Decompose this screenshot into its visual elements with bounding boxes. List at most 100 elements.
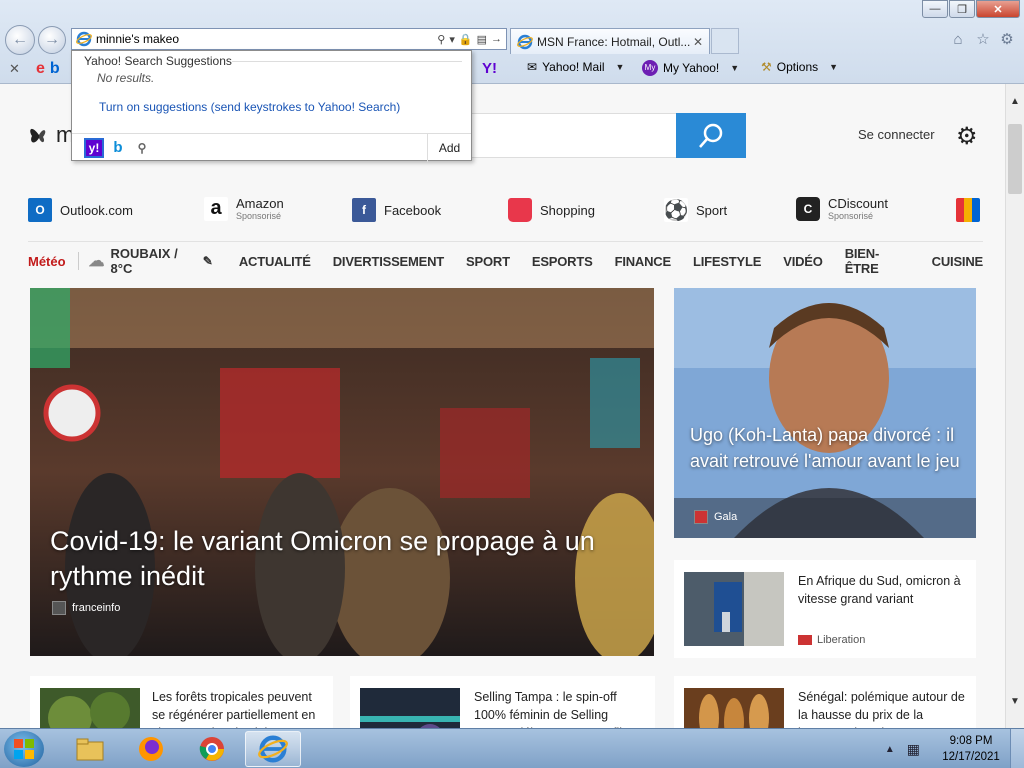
- small-story-card[interactable]: Les forêts tropicales peuvent se régénér…: [30, 676, 333, 728]
- scrollbar-thumb[interactable]: [1008, 124, 1022, 194]
- quicklink-more[interactable]: [956, 198, 980, 222]
- bread-photo: [684, 688, 784, 728]
- msn-logo[interactable]: m: [28, 122, 74, 148]
- street-photo: [30, 288, 654, 656]
- msn-search-button[interactable]: [676, 113, 746, 158]
- chevron-down-icon[interactable]: ▼: [829, 62, 838, 72]
- page-scrollbar[interactable]: ▲ ▼: [1005, 84, 1024, 728]
- facebook-icon: f: [352, 198, 376, 222]
- quicklink-shopping[interactable]: Shopping: [508, 198, 595, 222]
- lock-icon[interactable]: 🔒: [459, 33, 473, 46]
- settings-gear-icon[interactable]: ⚙: [956, 122, 978, 151]
- close-button[interactable]: ✕: [976, 0, 1020, 18]
- search-icon: [699, 123, 723, 148]
- quicklinks-bar: O Outlook.com a Amazon Sponsorisé f Faceb…: [28, 196, 983, 242]
- weather-widget[interactable]: ☁ ROUBAIX / 8°C ✎: [89, 246, 213, 276]
- chrome-taskbar-button[interactable]: [184, 731, 240, 767]
- ebay-logo-icon[interactable]: eb: [36, 60, 60, 78]
- msn-search-box[interactable]: [440, 113, 746, 158]
- quicklink-amazon[interactable]: a Amazon Sponsorisé: [204, 196, 284, 221]
- cdiscount-icon: C: [796, 196, 820, 221]
- maximize-button[interactable]: ❐: [949, 0, 975, 18]
- no-results-text: No results.: [97, 71, 155, 85]
- main-story-card[interactable]: Covid-19: le variant Omicron se propage …: [30, 288, 654, 656]
- nav-finance[interactable]: FINANCE: [615, 254, 672, 269]
- scroll-down-icon[interactable]: ▼: [1010, 696, 1020, 707]
- nav-video[interactable]: VIDÉO: [783, 254, 823, 269]
- main-story-headline[interactable]: Covid-19: le variant Omicron se propage …: [50, 524, 640, 594]
- portrait-photo: [674, 288, 976, 538]
- go-arrow-icon[interactable]: →: [491, 33, 502, 46]
- ie-taskbar-button[interactable]: [245, 731, 301, 767]
- yahoo-provider-icon[interactable]: y!: [84, 137, 104, 158]
- firefox-icon: [139, 737, 163, 761]
- close-toolbar-icon[interactable]: ✕: [9, 61, 20, 77]
- new-tab-button[interactable]: [711, 28, 739, 54]
- side-story-card[interactable]: Ugo (Koh-Lanta) papa divorcé : il avait …: [674, 288, 976, 538]
- butterfly-icon: [30, 128, 46, 143]
- address-bar[interactable]: minnie's makeo ⚲ ▾ 🔒 ▤ →: [71, 28, 507, 50]
- explorer-taskbar-button[interactable]: [62, 731, 118, 767]
- address-input[interactable]: minnie's makeo: [96, 32, 437, 46]
- fav-yahoo-mail[interactable]: ✉ Yahoo! Mail ▼: [527, 60, 624, 74]
- my-yahoo-icon: My: [642, 60, 658, 76]
- forest-photo: [40, 688, 140, 728]
- turn-on-suggestions-link[interactable]: Turn on suggestions (send keystrokes to …: [99, 100, 400, 114]
- nav-cuisine[interactable]: CUISINE: [932, 254, 984, 269]
- nav-lifestyle[interactable]: LIFESTYLE: [693, 254, 761, 269]
- quicklink-outlook[interactable]: O Outlook.com: [28, 198, 133, 222]
- small-story-title[interactable]: En Afrique du Sud, omicron à vitesse gra…: [798, 572, 970, 608]
- tools-gear-icon[interactable]: ⚙: [998, 30, 1016, 48]
- add-provider-button[interactable]: Add: [427, 134, 471, 162]
- compatibility-icon[interactable]: ▤: [477, 33, 487, 46]
- tab-msn[interactable]: MSN France: Hotmail, Outl... ✕: [510, 28, 710, 54]
- side-story-headline[interactable]: Ugo (Koh-Lanta) papa divorcé : il avait …: [690, 422, 970, 474]
- nav-actualite[interactable]: ACTUALITÉ: [239, 254, 311, 269]
- fav-my-yahoo[interactable]: My My Yahoo! ▼: [642, 60, 739, 76]
- clock[interactable]: 9:08 PM 12/17/2021: [932, 733, 1010, 765]
- small-story-title[interactable]: Les forêts tropicales peuvent se régénér…: [152, 688, 324, 728]
- network-icon[interactable]: ▦: [907, 741, 920, 758]
- yahoo-logo-icon[interactable]: Y!: [482, 60, 497, 77]
- source-logo-icon: [798, 635, 812, 645]
- forward-button[interactable]: →: [38, 26, 66, 54]
- minimize-button[interactable]: —: [922, 0, 948, 18]
- nav-esports[interactable]: ESPORTS: [532, 254, 593, 269]
- quicklink-cdiscount[interactable]: C CDiscount Sponsorisé: [796, 196, 888, 221]
- nav-divertissement[interactable]: DIVERTISSEMENT: [333, 254, 445, 269]
- quicklink-sport[interactable]: ⚽ Sport: [664, 198, 727, 222]
- shopping-bag-colorful-icon: [956, 198, 980, 222]
- search-icon[interactable]: ⚲: [437, 33, 445, 46]
- address-tools: ⚲ ▾ 🔒 ▤ →: [437, 33, 506, 46]
- scroll-up-icon[interactable]: ▲: [1010, 96, 1020, 107]
- tray-expand-icon[interactable]: ▲: [885, 744, 895, 755]
- small-story-card[interactable]: Selling Tampa : le spin-off 100% féminin…: [350, 676, 655, 728]
- search-icon[interactable]: ⚲: [132, 138, 152, 158]
- favorites-star-icon[interactable]: ☆: [974, 30, 992, 48]
- suggestions-header: Yahoo! Search Suggestions: [84, 54, 232, 68]
- fav-options[interactable]: ⚒ Options ▼: [761, 60, 838, 74]
- firefox-taskbar-button[interactable]: [123, 731, 179, 767]
- pencil-icon[interactable]: ✎: [203, 254, 213, 268]
- sport-ball-icon: ⚽: [663, 198, 689, 222]
- main-story-source: franceinfo: [52, 601, 120, 615]
- dropdown-arrow-icon[interactable]: ▾: [449, 33, 455, 46]
- search-provider-bar: y! b ⚲ Add: [72, 133, 471, 162]
- chevron-down-icon[interactable]: ▼: [616, 62, 625, 72]
- meteo-link[interactable]: Météo: [28, 254, 66, 269]
- bing-provider-icon[interactable]: b: [108, 138, 128, 158]
- small-story-title[interactable]: Selling Tampa : le spin-off 100% féminin…: [474, 688, 646, 728]
- quicklink-facebook[interactable]: f Facebook: [352, 198, 441, 222]
- start-button[interactable]: [4, 731, 44, 767]
- nav-bien-etre[interactable]: BIEN-ÊTRE: [845, 246, 910, 276]
- small-story-card[interactable]: Sénégal: polémique autour de la hausse d…: [674, 676, 976, 728]
- back-button[interactable]: ←: [5, 25, 35, 55]
- small-story-card[interactable]: En Afrique du Sud, omicron à vitesse gra…: [674, 560, 976, 658]
- signin-link[interactable]: Se connecter: [858, 127, 935, 142]
- nav-sport[interactable]: SPORT: [466, 254, 510, 269]
- chevron-down-icon[interactable]: ▼: [730, 63, 739, 73]
- tab-close-icon[interactable]: ✕: [693, 35, 703, 49]
- show-desktop-button[interactable]: [1010, 729, 1024, 768]
- home-icon[interactable]: ⌂: [949, 30, 967, 48]
- small-story-title[interactable]: Sénégal: polémique autour de la hausse d…: [798, 688, 970, 728]
